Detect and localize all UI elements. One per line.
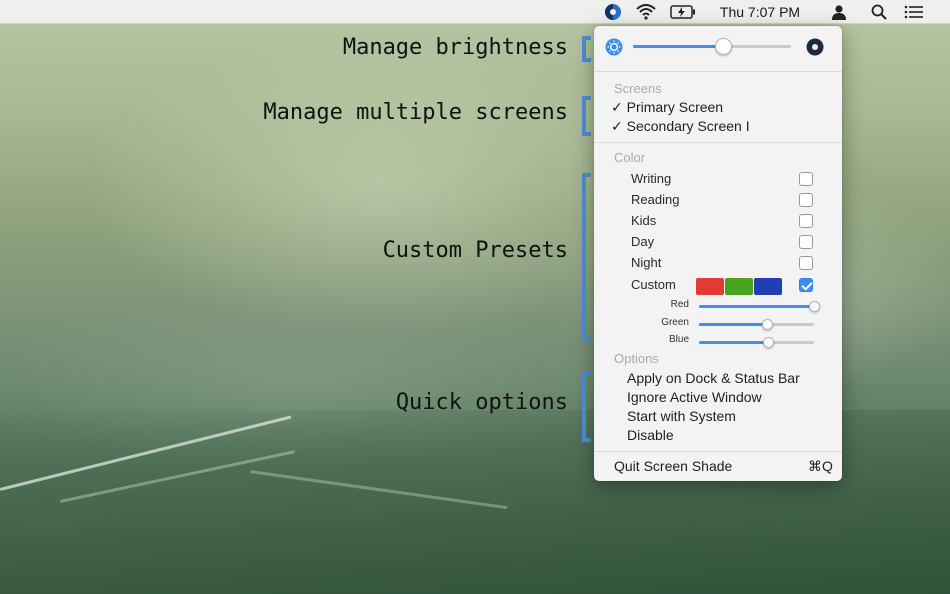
brightness-slider-knob[interactable]	[715, 38, 733, 55]
callout-options: Quick options	[395, 390, 568, 415]
preset-reading-label[interactable]: Reading	[631, 192, 679, 207]
preset-day-checkbox[interactable]	[799, 235, 813, 249]
callout-presets: Custom Presets	[382, 238, 568, 263]
preset-kids-checkbox[interactable]	[799, 214, 813, 228]
moon-icon	[806, 38, 824, 56]
preset-night-checkbox[interactable]	[799, 256, 813, 270]
bracket-options	[582, 372, 591, 442]
preset-reading-checkbox[interactable]	[799, 193, 813, 207]
options-section-title: Options	[614, 351, 659, 366]
separator	[594, 451, 842, 452]
screens-section-title: Screens	[614, 81, 662, 96]
secondary-screen-item[interactable]: ✓ Secondary Screen I	[611, 118, 750, 135]
callout-brightness: Manage brightness	[342, 35, 568, 60]
wifi-icon[interactable]	[634, 0, 658, 24]
green-slider-label: Green	[661, 317, 689, 328]
separator	[594, 71, 842, 72]
preset-kids-label[interactable]: Kids	[631, 213, 656, 228]
red-slider-knob[interactable]	[809, 301, 820, 312]
preset-custom-checkbox[interactable]	[799, 278, 813, 292]
option-start-with-system[interactable]: Start with System	[627, 408, 736, 424]
green-slider[interactable]	[699, 319, 814, 330]
option-ignore-active-window[interactable]: Ignore Active Window	[627, 389, 762, 405]
preset-writing-checkbox[interactable]	[799, 172, 813, 186]
swatch-green[interactable]	[725, 278, 753, 295]
swatch-blue[interactable]	[754, 278, 782, 295]
green-slider-fill	[699, 323, 767, 326]
bracket-presets	[582, 173, 591, 341]
screen-shade-menu-icon[interactable]	[602, 0, 624, 24]
option-disable[interactable]: Disable	[627, 427, 674, 443]
blue-slider-label: Blue	[668, 334, 689, 345]
swatch-red[interactable]	[696, 278, 724, 295]
primary-screen-item[interactable]: ✓ Primary Screen	[611, 99, 723, 116]
blue-slider-knob[interactable]	[763, 337, 774, 348]
preset-night-label[interactable]: Night	[631, 255, 661, 270]
preset-custom-label[interactable]: Custom	[631, 277, 676, 292]
bracket-brightness	[582, 36, 591, 62]
preset-writing-label[interactable]: Writing	[631, 171, 671, 186]
option-apply-dock[interactable]: Apply on Dock & Status Bar	[627, 370, 800, 386]
callout-screens: Manage multiple screens	[263, 100, 568, 125]
brightness-slider[interactable]	[633, 38, 791, 55]
preset-day-label[interactable]: Day	[631, 234, 654, 249]
screen-shade-menu: Screens ✓ Primary Screen ✓ Secondary Scr…	[594, 26, 842, 481]
quit-menu-item[interactable]: Quit Screen Shade	[614, 458, 732, 474]
brightness-slider-fill	[633, 45, 724, 48]
user-icon[interactable]	[828, 0, 850, 24]
color-section-title: Color	[614, 150, 646, 165]
list-icon[interactable]	[902, 0, 926, 24]
clock[interactable]: Thu 7:07 PM	[708, 0, 812, 24]
bracket-screens	[582, 96, 591, 136]
search-icon[interactable]	[868, 0, 890, 24]
quit-shortcut: ⌘Q	[808, 458, 833, 474]
red-slider-label: Red	[670, 299, 689, 310]
red-slider-fill	[699, 305, 814, 308]
green-slider-knob[interactable]	[761, 319, 773, 330]
red-slider[interactable]	[699, 301, 820, 312]
sun-icon	[605, 38, 623, 56]
blue-slider[interactable]	[699, 337, 814, 348]
battery-icon[interactable]	[668, 0, 698, 24]
menu-bar: Thu 7:07 PM	[0, 0, 950, 24]
separator	[594, 142, 842, 143]
blue-slider-fill	[699, 341, 768, 344]
